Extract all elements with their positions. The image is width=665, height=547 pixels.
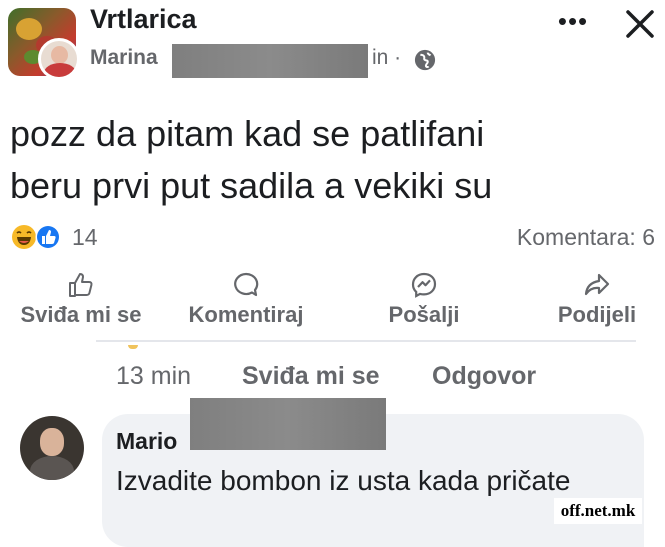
like-label: Sviđa mi se: [20, 302, 142, 327]
like-button[interactable]: Sviđa mi se: [8, 270, 154, 328]
author-name[interactable]: Marina: [90, 46, 158, 70]
post-text-line: beru prvi put sadila a vekiki su: [10, 165, 493, 206]
send-button[interactable]: Pošalji: [378, 270, 470, 328]
post-text: pozz da pitam kad se patlifani beru prvi…: [10, 108, 650, 212]
share-button[interactable]: Podijeli: [548, 270, 646, 328]
post-text-line: pozz da pitam kad se patlifani: [10, 113, 485, 154]
comment-icon: [234, 272, 259, 297]
comment-like-link[interactable]: Sviđa mi se: [242, 362, 380, 391]
commenter-avatar[interactable]: [20, 416, 84, 480]
laugh-react-icon: [12, 225, 36, 249]
author-avatar[interactable]: [38, 38, 80, 80]
share-arrow-icon: [584, 273, 610, 296]
send-label: Pošalji: [388, 302, 460, 327]
share-label: Podijeli: [557, 302, 637, 327]
messenger-icon: [411, 272, 437, 298]
close-icon[interactable]: [620, 4, 660, 44]
comment-time[interactable]: 13 min: [116, 362, 191, 391]
comment-reply-link[interactable]: Odgovor: [432, 362, 536, 391]
more-options-icon[interactable]: •••: [552, 6, 594, 36]
thumbs-up-icon: [69, 273, 93, 297]
comment-button[interactable]: Komentiraj: [182, 270, 310, 328]
comment-text: Izvadite bombon iz usta kada pričate: [116, 465, 571, 496]
comments-count[interactable]: Komentara: 6: [517, 224, 655, 251]
redaction-bar: [190, 398, 386, 450]
divider: [96, 340, 636, 342]
comment-label: Komentiraj: [188, 302, 304, 327]
watermark: off.net.mk: [554, 498, 642, 524]
post-time[interactable]: in ·: [372, 46, 401, 70]
reaction-count[interactable]: 14: [72, 224, 98, 251]
globe-icon: [414, 49, 436, 71]
previous-comment-edge: [128, 345, 138, 349]
reaction-icons[interactable]: [10, 222, 70, 252]
redaction-bar: [172, 44, 368, 78]
commenter-name[interactable]: Mario: [116, 428, 177, 455]
group-name[interactable]: Vrtlarica: [90, 4, 197, 35]
like-react-icon: [35, 224, 61, 250]
